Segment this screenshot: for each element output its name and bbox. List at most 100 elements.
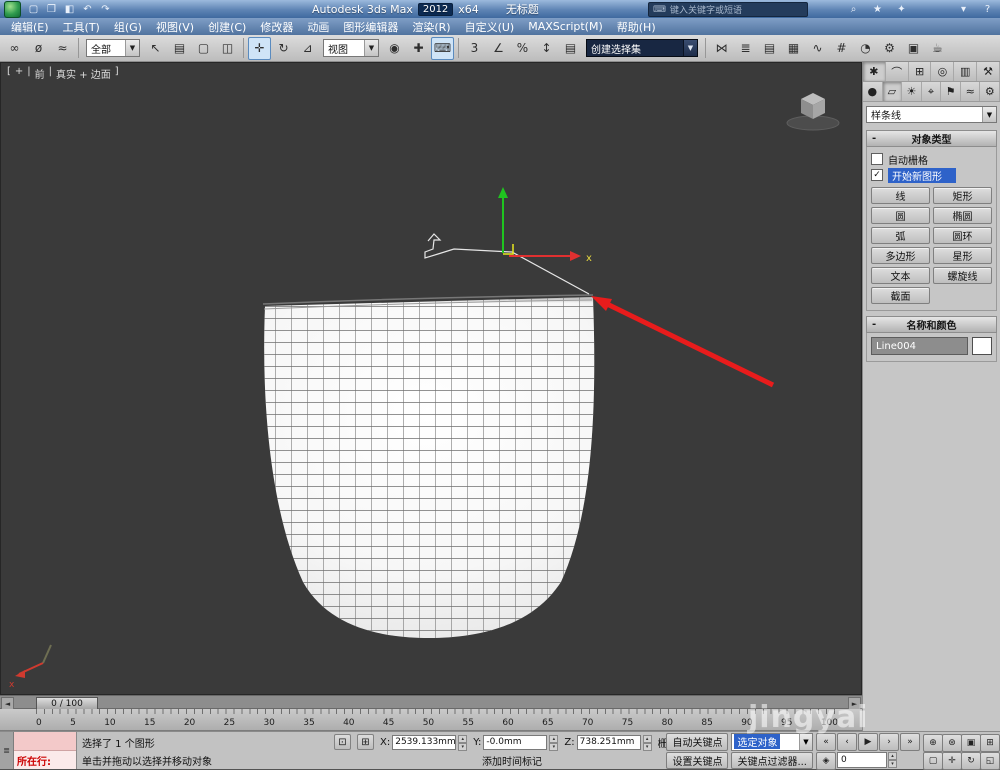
category-spacewarps-icon[interactable]: ≈ <box>961 82 981 101</box>
layer-manager-icon[interactable]: ▤ <box>758 37 781 60</box>
menu-modifiers[interactable]: 修改器 <box>253 19 300 35</box>
maxscript-listener-icon[interactable]: ≣ <box>0 732 14 769</box>
viewcube[interactable] <box>787 93 839 130</box>
unlink-selection-icon[interactable]: ø <box>27 37 50 60</box>
menu-graph-editors[interactable]: 图形编辑器 <box>336 19 405 35</box>
window-crossing-icon[interactable]: ◫ <box>216 37 239 60</box>
select-object-icon[interactable]: ↖ <box>144 37 167 60</box>
start-new-shape-label[interactable]: 开始新图形 <box>888 168 956 183</box>
collapse-icon[interactable]: - <box>872 319 876 330</box>
category-cameras-icon[interactable]: ⌖ <box>922 82 942 101</box>
menu-create[interactable]: 创建(C) <box>201 19 253 35</box>
time-slider[interactable]: ◄ 0 / 100 ► <box>0 695 862 709</box>
add-time-tag[interactable]: 添加时间标记 <box>482 753 542 768</box>
select-and-link-icon[interactable]: ∞ <box>3 37 26 60</box>
front-viewport[interactable]: [ + | 前 | 真实 + 边面 ] x <box>0 62 862 695</box>
category-shapes-icon[interactable]: ▱ <box>883 82 903 101</box>
start-new-shape-checkbox[interactable]: ✓ <box>871 169 883 181</box>
reference-coordinate-dropdown[interactable]: 视图 ▼ <box>323 39 379 57</box>
save-file-icon[interactable]: ◧ <box>61 2 78 17</box>
render-production-icon[interactable]: ☕ <box>926 37 949 60</box>
y-input[interactable]: -0.0mm <box>483 735 547 750</box>
object-color-swatch[interactable] <box>972 337 992 355</box>
search-icon[interactable]: ⌕ <box>845 2 862 17</box>
button-star[interactable]: 星形 <box>933 247 992 264</box>
maxscript-mini-listener[interactable]: ≣ 所在行: <box>0 732 77 769</box>
communication-center-icon[interactable]: ✦ <box>893 2 910 17</box>
menu-animation[interactable]: 动画 <box>300 19 336 35</box>
autogrid-checkbox[interactable] <box>871 153 883 165</box>
x-spinner[interactable]: ▴▾ <box>458 735 467 750</box>
signin-menu-icon[interactable]: ▾ <box>955 2 972 17</box>
viewport-general-menu[interactable]: + <box>15 66 23 81</box>
align-icon[interactable]: ≣ <box>734 37 757 60</box>
cup-wireframe-object[interactable] <box>259 294 597 640</box>
menu-help[interactable]: 帮助(H) <box>610 19 663 35</box>
percent-snap-icon[interactable]: % <box>511 37 534 60</box>
open-file-icon[interactable]: ❒ <box>43 2 60 17</box>
auto-key-button[interactable]: 自动关键点 <box>666 733 728 751</box>
button-arc[interactable]: 弧 <box>871 227 930 244</box>
menu-maxscript[interactable]: MAXScript(M) <box>521 20 610 33</box>
key-mode-toggle-icon[interactable]: ◈ <box>816 752 836 770</box>
z-input[interactable]: 738.251mm <box>577 735 641 750</box>
listener-script-row[interactable]: 所在行: <box>14 751 76 769</box>
transform-gizmo[interactable]: x <box>498 187 592 264</box>
go-to-start-icon[interactable]: « <box>816 733 836 751</box>
infocenter-search-input[interactable]: ⌨ 键入关键字或短语 <box>648 2 808 17</box>
zoom-extents-icon[interactable]: ▣ <box>961 734 981 752</box>
redo-icon[interactable]: ↷ <box>97 2 114 17</box>
zoom-extents-all-icon[interactable]: ⊞ <box>980 734 1000 752</box>
chevron-down-icon[interactable]: ▼ <box>683 40 697 56</box>
use-pivot-center-icon[interactable]: ◉ <box>383 37 406 60</box>
current-frame-field[interactable]: 0 <box>837 752 887 768</box>
menu-edit[interactable]: 编辑(E) <box>4 19 56 35</box>
tab-modify-icon[interactable]: ⌒ <box>886 62 909 81</box>
undo-icon[interactable]: ↶ <box>79 2 96 17</box>
tab-create-icon[interactable]: ✱ <box>863 62 886 81</box>
graphite-ribbon-icon[interactable]: ▦ <box>782 37 805 60</box>
button-line[interactable]: 线 <box>871 187 930 204</box>
go-to-end-icon[interactable]: » <box>900 733 920 751</box>
menu-tools[interactable]: 工具(T) <box>56 19 107 35</box>
track-bar[interactable]: 0510152025303540455055606570758085909510… <box>0 709 862 731</box>
new-scene-icon[interactable]: ▢ <box>25 2 42 17</box>
rendered-frame-icon[interactable]: ▣ <box>902 37 925 60</box>
favorites-star-icon[interactable]: ★ <box>869 2 886 17</box>
maximize-viewport-icon[interactable]: ◱ <box>980 752 1000 770</box>
select-and-manipulate-icon[interactable]: ✚ <box>407 37 430 60</box>
select-by-name-icon[interactable]: ▤ <box>168 37 191 60</box>
tab-utilities-icon[interactable]: ⚒ <box>977 62 1000 81</box>
help-icon[interactable]: ? <box>979 2 996 17</box>
button-text[interactable]: 文本 <box>871 267 930 284</box>
material-editor-icon[interactable]: ◔ <box>854 37 877 60</box>
menu-customize[interactable]: 自定义(U) <box>458 19 522 35</box>
mirror-icon[interactable]: ⋈ <box>710 37 733 60</box>
menu-group[interactable]: 组(G) <box>107 19 149 35</box>
button-donut[interactable]: 圆环 <box>933 227 992 244</box>
bind-to-space-warp-icon[interactable]: ≈ <box>51 37 74 60</box>
select-and-scale-icon[interactable]: ⊿ <box>296 37 319 60</box>
selection-lock-icon[interactable]: ⊡ <box>334 734 351 750</box>
3ds-max-logo-icon[interactable] <box>4 1 21 18</box>
select-and-move-icon[interactable]: ✛ <box>248 37 271 60</box>
viewport-shading-menu[interactable]: 真实 + 边面 <box>56 66 111 81</box>
z-spinner[interactable]: ▴▾ <box>643 735 652 750</box>
x-input[interactable]: 2539.133mm <box>392 735 456 750</box>
category-helpers-icon[interactable]: ⚑ <box>941 82 961 101</box>
listener-macro-row[interactable] <box>14 732 76 751</box>
pan-icon[interactable]: ✛ <box>942 752 962 770</box>
tab-hierarchy-icon[interactable]: ⊞ <box>909 62 932 81</box>
profile-spline[interactable] <box>425 234 589 294</box>
selection-filter-dropdown[interactable]: 全部 ▼ <box>86 39 140 57</box>
button-section[interactable]: 截面 <box>871 287 930 304</box>
object-type-rollout-header[interactable]: - 对象类型 <box>866 130 997 147</box>
chevron-down-icon[interactable]: ▼ <box>799 734 812 750</box>
select-and-rotate-icon[interactable]: ↻ <box>272 37 295 60</box>
curve-editor-icon[interactable]: ∿ <box>806 37 829 60</box>
edit-named-sets-icon[interactable]: ▤ <box>559 37 582 60</box>
y-spinner[interactable]: ▴▾ <box>549 735 558 750</box>
keyboard-override-icon[interactable]: ⌨ <box>431 37 454 60</box>
button-ngon[interactable]: 多边形 <box>871 247 930 264</box>
object-name-field[interactable]: Line004 <box>871 337 968 355</box>
